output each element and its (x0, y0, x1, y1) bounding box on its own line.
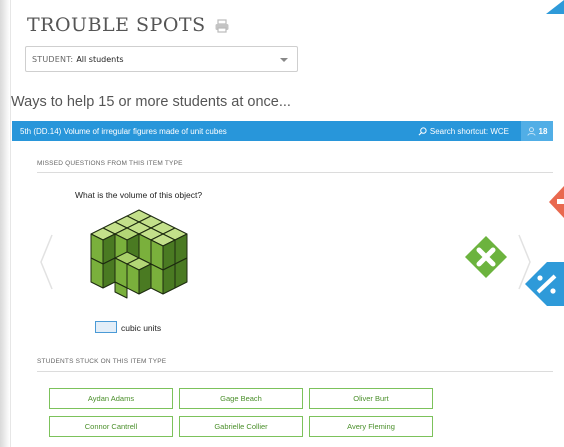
skill-name[interactable]: 5th (DD.14) Volume of irregular figures … (20, 127, 418, 136)
divide-diamond-icon (525, 262, 564, 306)
search-shortcut: Search shortcut: WCE (418, 127, 509, 136)
student-button-grid: Aydan Adams Gage Beach Oliver Burt Conno… (49, 388, 435, 437)
question-text: What is the volume of this object? (75, 190, 203, 200)
missed-questions-label: MISSED QUESTIONS FROM THIS ITEM TYPE (37, 160, 183, 167)
ways-heading: Ways to help 15 or more students at once… (11, 94, 291, 110)
student-button[interactable]: Connor Cantrell (49, 416, 173, 437)
answer-input[interactable] (95, 321, 117, 333)
title-row: TROUBLE SPOTS (27, 14, 230, 36)
search-shortcut-text: Search shortcut: WCE (429, 126, 509, 136)
students-stuck-label: STUDENTS STUCK ON THIS ITEM TYPE (37, 358, 167, 365)
student-count-badge: 18 (521, 121, 553, 141)
answer-unit: cubic units (121, 323, 162, 333)
skill-bar[interactable]: 5th (DD.14) Volume of irregular figures … (12, 121, 553, 141)
chevron-left-icon[interactable] (39, 234, 53, 290)
student-button[interactable]: Aydan Adams (49, 388, 173, 409)
student-select[interactable]: STUDENT: All students (25, 46, 298, 72)
missed-divider (37, 172, 553, 173)
person-icon (526, 126, 536, 136)
page: TROUBLE SPOTS STUDENT: All students Ways… (0, 0, 564, 447)
student-button[interactable]: Avery Fleming (309, 416, 433, 437)
left-shadow (0, 0, 10, 447)
corner-triangle-icon (546, 0, 564, 14)
student-button[interactable]: Oliver Burt (309, 388, 433, 409)
student-count: 18 (538, 126, 548, 136)
chevron-down-icon (280, 58, 288, 62)
student-select-value: All students (76, 54, 124, 64)
printer-icon[interactable] (214, 18, 230, 33)
student-button[interactable]: Gabrielle Collier (179, 416, 303, 437)
minus-diamond-icon (549, 186, 564, 218)
cube-figure-image (90, 209, 188, 299)
page-title: TROUBLE SPOTS (27, 14, 206, 36)
trouble-spots-panel: TROUBLE SPOTS STUDENT: All students Ways… (10, 0, 553, 447)
student-button[interactable]: Gage Beach (179, 388, 303, 409)
x-diamond-icon (465, 236, 507, 278)
student-select-label: STUDENT: (32, 54, 74, 64)
search-icon (418, 126, 427, 135)
students-divider (37, 371, 553, 372)
